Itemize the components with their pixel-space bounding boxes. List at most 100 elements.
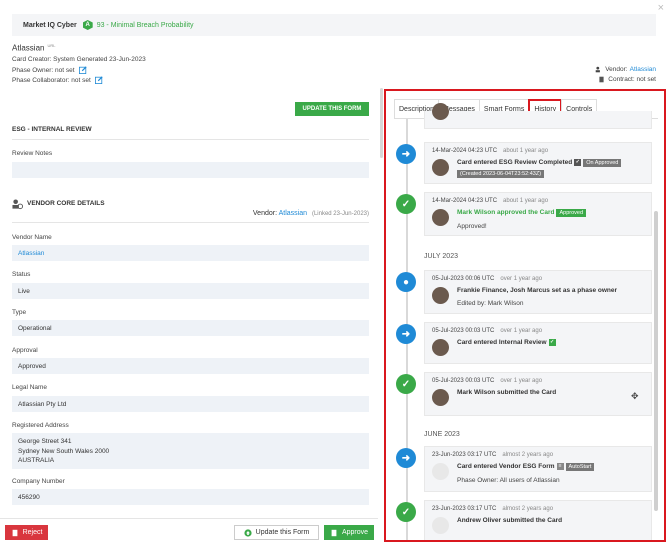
timeline-text: Frankie Finance, Josh Marcus set as a ph… xyxy=(457,287,618,294)
status-tag: AutoStart xyxy=(565,463,595,472)
timeline-time: 05-Jul-2023 00:06 UTC over 1 year ago xyxy=(432,276,542,282)
card-title: Atlassian URL xyxy=(12,43,55,53)
timeline-card-partial xyxy=(424,103,652,129)
avatar xyxy=(432,517,449,534)
action-bar: Reject Update this Form Approve xyxy=(0,518,378,545)
timeline-ago: over 1 year ago xyxy=(500,378,543,384)
address-line: AUSTRALIA xyxy=(18,457,55,464)
vendor-line-link[interactable]: Atlassian xyxy=(279,210,307,217)
timeline-ago: over 1 year ago xyxy=(500,276,543,282)
field-label: Status xyxy=(12,271,31,278)
review-notes-field[interactable] xyxy=(12,162,369,178)
vendor-meta: Vendor: Atlassian xyxy=(595,66,656,73)
review-notes-label: Review Notes xyxy=(12,150,53,157)
card-title-text: Atlassian xyxy=(12,43,45,53)
close-icon[interactable]: × xyxy=(658,3,664,14)
edit-icon[interactable] xyxy=(94,76,103,84)
timeline-text: Mark Wilson submitted the Card xyxy=(457,389,557,396)
registered-address-field[interactable]: George Street 341 Sydney New South Wales… xyxy=(12,433,369,469)
phase-owner: Phase Owner: not set xyxy=(12,66,87,74)
users-icon xyxy=(595,66,601,73)
avatar xyxy=(432,159,449,176)
timeline-timestamp: 23-Jun-2023 03:17 UTC xyxy=(432,506,497,512)
status-field[interactable]: Live xyxy=(12,283,369,299)
timeline-timestamp: 14-Mar-2024 04:23 UTC xyxy=(432,198,498,204)
timeline-sub: Edited by: Mark Wilson xyxy=(457,300,524,307)
company-number-field[interactable]: 456290 xyxy=(12,489,369,505)
timeline-text-content: Card entered Vendor ESG Form xyxy=(457,463,555,471)
reject-button[interactable]: Reject xyxy=(5,525,48,540)
edit-icon[interactable] xyxy=(78,66,87,74)
arrow-right-icon: ➜ xyxy=(396,324,416,344)
month-heading: JUNE 2023 xyxy=(424,431,460,438)
user-icon: ● xyxy=(396,272,416,292)
document-icon xyxy=(331,529,337,536)
timeline-sub: Phase Owner: All users of Atlassian xyxy=(457,477,560,484)
phase-collaborator-text: Phase Collaborator: not set xyxy=(12,76,91,84)
checkbox-icon: ✓ xyxy=(574,159,582,166)
checkbox-icon: ✓ xyxy=(548,339,556,346)
timeline-text: Card entered Internal Review ✓ xyxy=(457,339,556,346)
arrow-right-icon: ➜ xyxy=(396,144,416,164)
vendor-meta-link[interactable]: Atlassian xyxy=(630,66,656,73)
timeline-timestamp: 05-Jul-2023 00:03 UTC xyxy=(432,378,495,384)
avatar xyxy=(432,463,449,480)
vendor-line-linked: (Linked 23-Jun-2023) xyxy=(311,211,369,217)
vendor-link-line: Vendor: Atlassian (Linked 23-Jun-2023) xyxy=(253,210,369,217)
form-panel: ESG - INTERNAL REVIEW Review Notes VENDO… xyxy=(0,118,378,518)
field-label: Company Number xyxy=(12,478,65,485)
url-tag[interactable]: URL xyxy=(47,43,55,48)
field-label: Approval xyxy=(12,347,38,354)
market-iq-banner: Market IQ Cyber A 93 - Minimal Breach Pr… xyxy=(12,14,656,36)
timeline-card: 23-Jun-2023 03:17 UTC almost 2 years ago … xyxy=(424,446,652,492)
month-heading: JULY 2023 xyxy=(424,253,458,260)
vendor-core-icon xyxy=(12,199,23,210)
esg-section-title: ESG - INTERNAL REVIEW xyxy=(12,126,92,133)
check-circle-icon: ✓ xyxy=(396,502,416,522)
timeline-text: Card entered Vendor ESG Form ≡ AutoStart xyxy=(457,463,595,472)
left-scrollbar[interactable] xyxy=(380,88,383,158)
avatar xyxy=(432,339,449,356)
check-circle-icon: ✓ xyxy=(396,194,416,214)
approval-field[interactable]: Approved xyxy=(12,358,369,374)
legal-name-field[interactable]: Atlassian Pty Ltd xyxy=(12,396,369,412)
created-tag: (Created 2023-06-04T23:52:43Z) xyxy=(457,170,545,178)
vendor-line-label: Vendor: xyxy=(252,210,278,217)
field-label: Type xyxy=(12,309,27,316)
banner-score: 93 - Minimal Breach Probability xyxy=(96,21,194,29)
timeline-ago: almost 2 years ago xyxy=(502,506,554,512)
timeline-ago: almost 2 years ago xyxy=(502,452,554,458)
timeline-card: 05-Jul-2023 00:03 UTC over 1 year ago Mar… xyxy=(424,372,652,416)
form-icon: ≡ xyxy=(556,463,564,470)
field-label: Vendor Name xyxy=(12,234,52,241)
timeline-time: 14-Mar-2024 04:23 UTC about 1 year ago xyxy=(432,148,548,154)
phase-collaborator: Phase Collaborator: not set xyxy=(12,76,103,84)
timeline-ago: about 1 year ago xyxy=(503,198,549,204)
timeline-time: 14-Mar-2024 04:23 UTC about 1 year ago xyxy=(432,198,548,204)
timeline-card: 23-Jun-2023 03:17 UTC almost 2 years ago … xyxy=(424,500,652,540)
vendor-core-title: VENDOR CORE DETAILS xyxy=(27,200,105,207)
divider xyxy=(12,222,369,223)
approve-button[interactable]: Approve xyxy=(324,525,374,540)
history-scrollbar[interactable] xyxy=(654,211,658,511)
document-icon xyxy=(12,529,17,536)
timeline-text-content: Mark Wilson approved the Card xyxy=(457,209,555,216)
timeline-card: 05-Jul-2023 00:06 UTC over 1 year ago Fra… xyxy=(424,270,652,314)
move-icon[interactable]: ✥ xyxy=(631,391,639,402)
timeline-timestamp: 05-Jul-2023 00:06 UTC xyxy=(432,276,495,282)
timeline-card: 05-Jul-2023 00:03 UTC over 1 year ago Car… xyxy=(424,322,652,364)
timeline-time: 05-Jul-2023 00:03 UTC over 1 year ago xyxy=(432,378,542,384)
vendor-meta-label: Vendor: xyxy=(605,66,628,73)
update-form-button-top[interactable]: UPDATE THIS FORM xyxy=(295,102,369,116)
type-field[interactable]: Operational xyxy=(12,320,369,336)
vendor-name-field[interactable]: Atlassian xyxy=(12,245,369,261)
contract-meta-text: Contract: not set xyxy=(608,76,656,83)
timeline-sub: (Created 2023-06-04T23:52:43Z) xyxy=(457,170,545,178)
status-tag: Approved xyxy=(556,209,587,217)
update-form-button[interactable]: Update this Form xyxy=(234,525,319,540)
timeline-card: 14-Mar-2024 04:23 UTC about 1 year ago Ma… xyxy=(424,192,652,236)
timeline-sub: Approved! xyxy=(457,223,487,230)
timeline-timestamp: 05-Jul-2023 00:03 UTC xyxy=(432,328,495,334)
timeline-text: Mark Wilson approved the Card Approved xyxy=(457,209,587,217)
approve-label: Approve xyxy=(341,529,369,536)
